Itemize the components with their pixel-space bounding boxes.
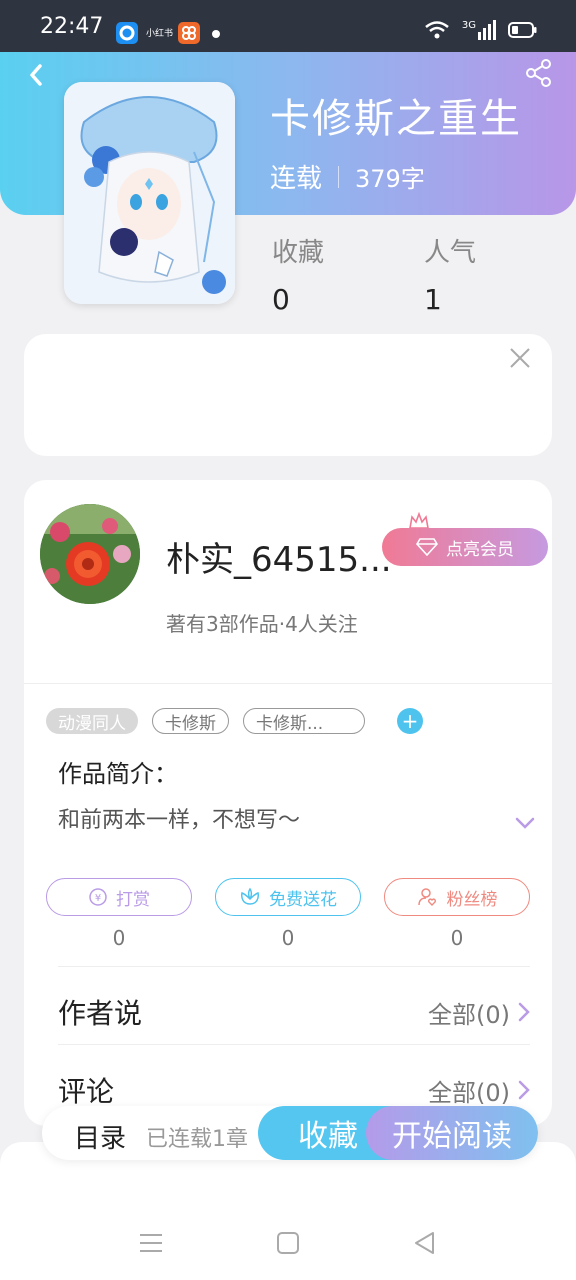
share-icon[interactable]: [524, 58, 554, 88]
author-says-count: 全部(0): [428, 1000, 510, 1029]
book-meta: 连载 379字: [270, 158, 425, 195]
ad-placeholder-card: [24, 334, 552, 456]
favorites-stat: 收藏 0: [272, 232, 324, 316]
menu-icon[interactable]: [138, 1230, 164, 1256]
notification-dot: [212, 30, 220, 38]
start-reading-button[interactable]: 开始阅读: [366, 1106, 538, 1160]
tip-action: ¥ 打赏 0: [46, 878, 192, 950]
reading-action-bar: 目录 已连载1章 收藏 开始阅读: [42, 1106, 538, 1160]
flower-action: 免费送花 0: [215, 878, 361, 950]
close-icon[interactable]: [508, 346, 532, 370]
flower-icon: [241, 887, 259, 905]
signal-3g-icon: 3G: [462, 20, 496, 40]
chevron-right-icon: [518, 1080, 530, 1100]
blue-app-icon: [116, 22, 138, 44]
add-tag-button[interactable]: +: [397, 708, 423, 734]
orange-app-icon: [178, 22, 200, 44]
tag-item[interactable]: 动漫同人: [46, 708, 138, 734]
comments-row[interactable]: 评论 全部(0): [58, 1070, 530, 1110]
back-arrow-icon[interactable]: [22, 60, 52, 90]
comments-count: 全部(0): [428, 1078, 510, 1107]
author-info: 著有3部作品·4人关注: [166, 612, 358, 636]
chevron-right-icon: [518, 1002, 530, 1022]
fan-count: 0: [450, 926, 464, 950]
tip-count: 0: [112, 926, 126, 950]
signal-label: 3G: [461, 20, 476, 31]
author-says-row[interactable]: 作者说 全部(0): [58, 992, 530, 1032]
chapter-count: 已连载1章: [146, 1127, 248, 1152]
word-count: 379字: [355, 165, 425, 193]
popularity-stat: 人气 1: [424, 232, 476, 316]
intro-text: 和前两本一样，不想写～: [58, 808, 301, 833]
comments-link[interactable]: 全部(0): [428, 1073, 530, 1108]
user-heart-icon: [417, 888, 436, 906]
chevron-down-icon[interactable]: [514, 816, 536, 830]
book-detail-card: 朴实_64515... 点亮会员 著有3部作品·4人关注 动漫同人 卡修斯 卡修…: [24, 480, 552, 1126]
author-name[interactable]: 朴实_64515...: [166, 532, 392, 581]
fans-action: 粉丝榜 0: [384, 878, 530, 950]
vip-button-label: 点亮会员: [446, 539, 514, 560]
tag-item[interactable]: 卡修斯: [152, 708, 229, 734]
system-navigation-bar: [0, 1142, 576, 1280]
popularity-value: 1: [424, 283, 442, 316]
fan-ranking-label: 粉丝榜: [446, 889, 498, 910]
send-flower-label: 免费送花: [269, 889, 337, 910]
author-says-label: 作者说: [58, 997, 143, 1030]
favorites-label: 收藏: [272, 238, 325, 268]
meta-divider: [338, 165, 340, 188]
book-cover-image[interactable]: [64, 82, 235, 304]
tip-label: 打赏: [116, 889, 150, 910]
send-flower-button[interactable]: 免费送花: [215, 878, 361, 916]
section-divider: [58, 966, 530, 967]
favorites-value: 0: [272, 283, 290, 316]
tip-button[interactable]: ¥ 打赏: [46, 878, 192, 916]
flower-count: 0: [281, 926, 295, 950]
tag-item[interactable]: 卡修斯...: [243, 708, 365, 734]
intro-heading: 作品简介：: [58, 760, 178, 788]
section-divider: [58, 1044, 530, 1045]
status-app-label: 小红书: [146, 29, 174, 39]
section-divider: [24, 683, 552, 684]
serial-status: 连载: [270, 164, 323, 194]
home-icon[interactable]: [275, 1230, 301, 1256]
vip-membership-button[interactable]: 点亮会员: [382, 528, 548, 566]
book-title: 卡修斯之重生: [270, 96, 522, 142]
diamond-icon: [416, 538, 438, 556]
support-actions: ¥ 打赏 0 免费送花 0 粉丝榜 0: [46, 878, 530, 950]
author-says-link[interactable]: 全部(0): [428, 995, 530, 1030]
status-bar: 22:47 小红书 3G: [0, 0, 576, 52]
popularity-label: 人气: [424, 238, 477, 268]
battery-icon: [508, 22, 537, 38]
tag-list: 动漫同人 卡修斯 卡修斯... +: [46, 708, 423, 734]
fan-ranking-button[interactable]: 粉丝榜: [384, 878, 530, 916]
author-avatar[interactable]: [40, 504, 140, 604]
svg-text:¥: ¥: [95, 893, 101, 904]
coin-icon: ¥: [89, 888, 107, 906]
table-of-contents-button[interactable]: 目录: [74, 1118, 126, 1155]
back-triangle-icon[interactable]: [412, 1230, 438, 1256]
wifi-icon: [425, 21, 449, 39]
comments-label: 评论: [58, 1075, 115, 1108]
status-time: 22:47: [40, 14, 104, 39]
